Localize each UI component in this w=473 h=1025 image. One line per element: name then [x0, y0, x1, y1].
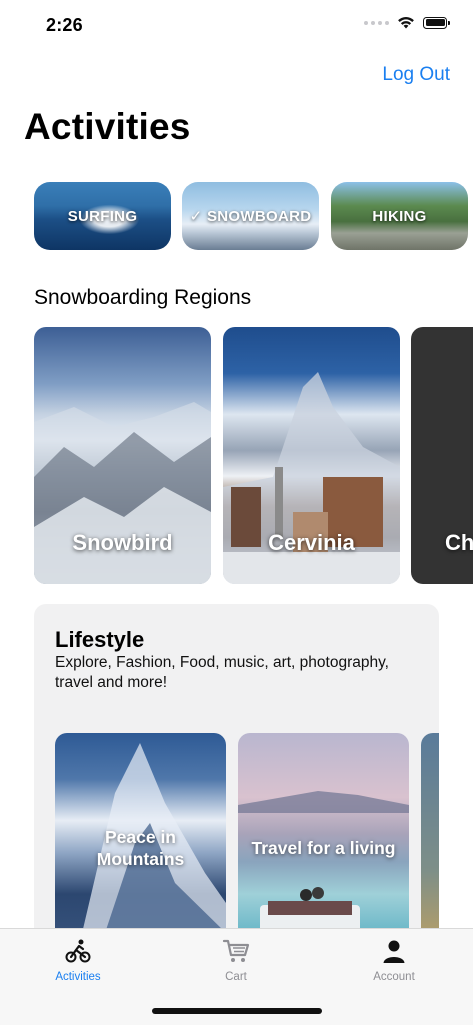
- activity-chip-surfing[interactable]: SURFING: [34, 182, 171, 250]
- lifestyle-card-partial[interactable]: [421, 733, 439, 944]
- activity-chip-snowboard[interactable]: ✓ SNOWBOARD: [182, 182, 319, 250]
- region-card-partial[interactable]: Ch: [411, 327, 473, 584]
- tab-label: Account: [373, 971, 415, 983]
- wifi-icon: [398, 17, 414, 29]
- home-indicator: [152, 1008, 322, 1014]
- page-title: Activities: [24, 106, 191, 147]
- tab-label: Cart: [225, 971, 247, 983]
- activity-chip-label: SURFING: [67, 207, 138, 225]
- region-card-cervinia[interactable]: Cervinia: [223, 327, 400, 584]
- cyclist-icon: [65, 939, 91, 963]
- section-heading-regions: Snowboarding Regions: [34, 286, 252, 309]
- activity-chip-label: ✓ SNOWBOARD: [189, 208, 312, 225]
- region-name: Cervinia: [268, 530, 355, 555]
- lifestyle-card-title: Peace in Mountains: [96, 827, 185, 869]
- status-time: 2:26: [46, 15, 83, 35]
- lifestyle-card-title: Travel for a living: [251, 838, 396, 858]
- signal-icon: [364, 20, 389, 25]
- lifestyle-card-mountains[interactable]: Peace in Mountains: [55, 733, 226, 944]
- region-name: Snowbird: [72, 530, 173, 555]
- tab-activities[interactable]: Activities: [18, 937, 138, 983]
- logout-button[interactable]: Log Out: [382, 64, 450, 86]
- region-card-snowbird[interactable]: Snowbird: [34, 327, 211, 584]
- status-icons: [364, 16, 450, 29]
- tab-label: Activities: [55, 971, 101, 983]
- lifestyle-title: Lifestyle: [55, 627, 145, 652]
- person-icon: [383, 940, 405, 963]
- region-name: Ch: [445, 530, 473, 555]
- lifestyle-section: Lifestyle Explore, Fashion, Food, music,…: [34, 604, 439, 944]
- lifestyle-card-travel[interactable]: Travel for a living: [238, 733, 409, 944]
- activity-chip-label: HIKING: [372, 207, 427, 225]
- activity-chip-hiking[interactable]: HIKING: [331, 182, 468, 250]
- tab-cart[interactable]: Cart: [176, 937, 296, 983]
- cart-icon: [222, 939, 250, 962]
- battery-icon: [423, 16, 450, 29]
- lifestyle-description: Explore, Fashion, Food, music, art, phot…: [55, 654, 389, 691]
- tab-account[interactable]: Account: [334, 937, 454, 983]
